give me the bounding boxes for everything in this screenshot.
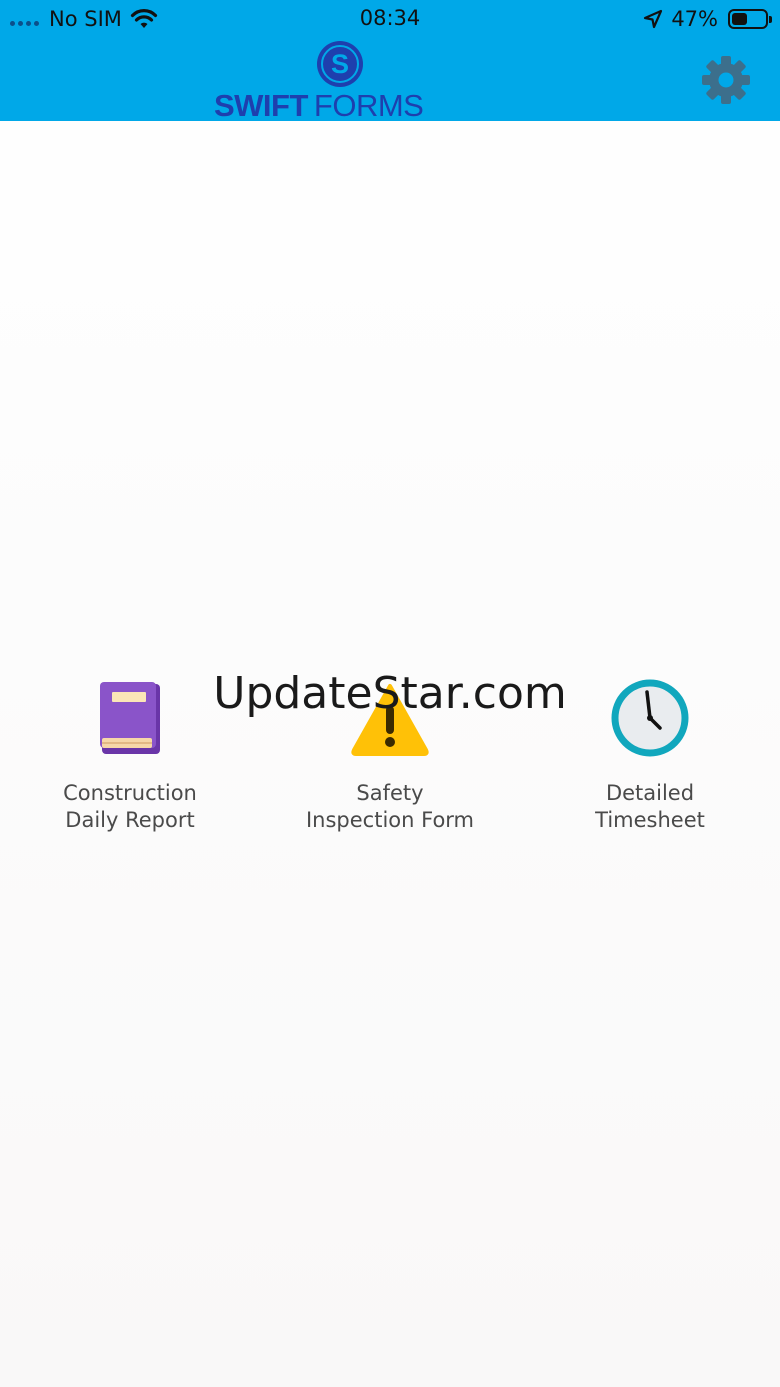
logo-mark-icon: S — [317, 41, 363, 87]
status-right: 47% — [643, 6, 772, 32]
logo-mark-letter: S — [331, 49, 349, 79]
form-construction-daily-report[interactable]: Construction Daily Report — [10, 676, 250, 834]
battery-percent: 47% — [671, 7, 718, 31]
form-label: Construction Daily Report — [63, 781, 197, 832]
logo-word-swift: SWIFT — [214, 88, 308, 123]
battery-fill — [732, 13, 747, 25]
status-bar: No SIM 08:34 47% — [0, 0, 780, 40]
form-label: Detailed Timesheet — [595, 781, 705, 832]
forms-grid: Construction Daily Report Safety Inspect… — [0, 676, 780, 846]
form-label: Safety Inspection Form — [305, 781, 475, 832]
swift-forms-logo: S SWIFT FORMS — [214, 40, 468, 122]
warning-icon — [351, 684, 429, 756]
gear-icon[interactable] — [700, 54, 752, 106]
top-bar: No SIM 08:34 47% S SWIFT FORMS — [0, 0, 780, 122]
location-arrow-icon — [644, 9, 663, 29]
form-detailed-timesheet[interactable]: Detailed Timesheet — [530, 676, 770, 834]
clock-icon — [611, 679, 689, 757]
logo-wordmark: SWIFT FORMS — [214, 90, 468, 122]
form-safety-inspection[interactable]: Safety Inspection Form — [270, 676, 510, 834]
logo-word-forms: FORMS — [313, 88, 424, 123]
battery-icon — [728, 9, 772, 29]
app-screen: No SIM 08:34 47% S SWIFT FORMS Construct… — [0, 0, 780, 1387]
book-icon — [100, 682, 160, 754]
